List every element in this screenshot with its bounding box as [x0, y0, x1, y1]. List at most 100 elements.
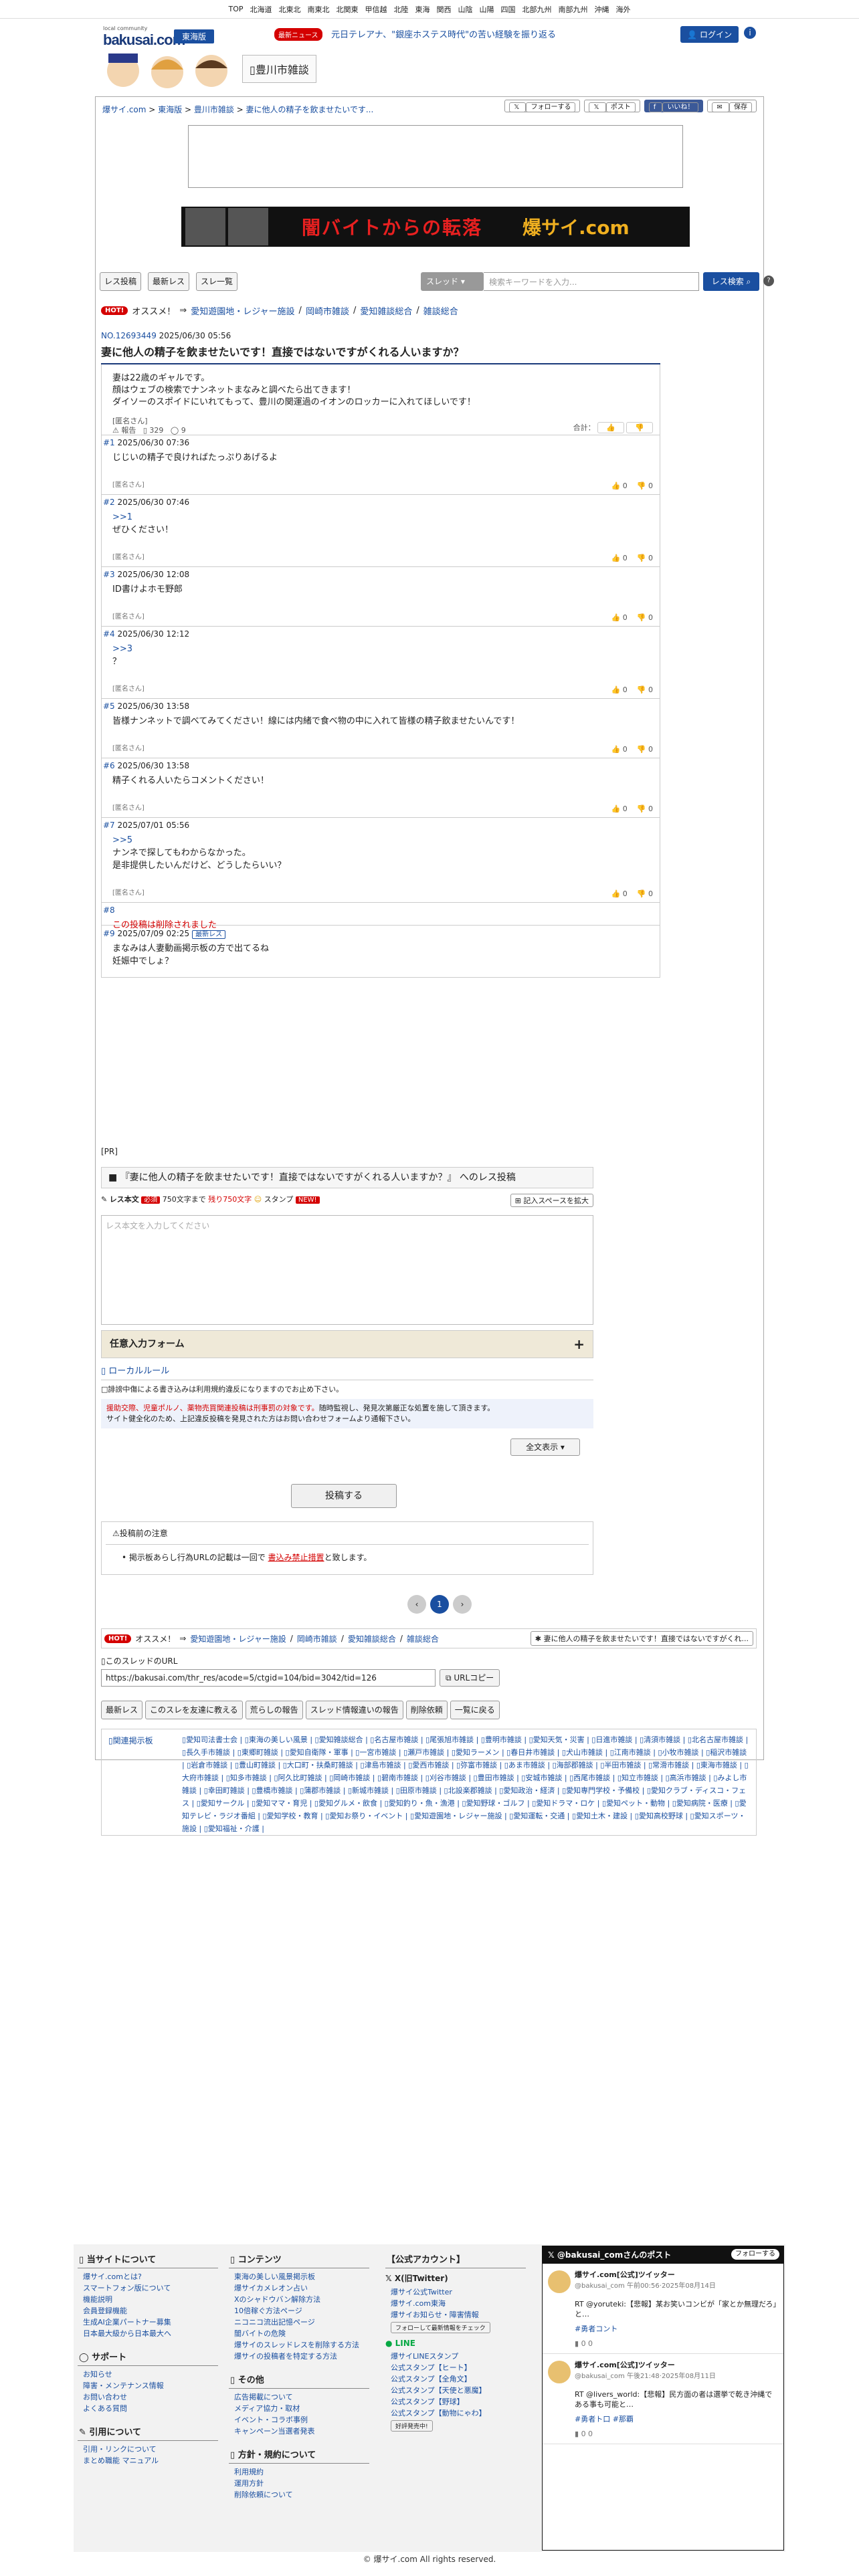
x-follow-button[interactable]: フォローする [731, 2249, 779, 2260]
related-board-link[interactable]: ▯愛西市雑談 [408, 1761, 449, 1769]
footer-link[interactable]: 広告掲載について [229, 2391, 369, 2403]
related-board-link[interactable]: ▯弥富市雑談 [456, 1761, 497, 1769]
next-page-button[interactable]: › [453, 1595, 472, 1614]
footer-link[interactable]: 爆サイお知らせ・障害情報 [385, 2309, 526, 2321]
latest-replies-button[interactable]: 最新レス [148, 272, 190, 291]
related-board-link[interactable]: ▯津島市雑談 [361, 1761, 401, 1769]
site-logo[interactable]: local community bakusai.com [103, 25, 185, 49]
tweet-hashtags[interactable]: #勇者コント [575, 2323, 777, 2334]
related-board-link[interactable]: ▯東海の美しい風景 [245, 1735, 308, 1744]
footer-link[interactable]: 運用方針 [229, 2478, 369, 2489]
recommend-link[interactable]: 愛知雑談総合 [348, 1633, 396, 1644]
region-link[interactable]: 甲信越 [365, 4, 387, 15]
related-board-link[interactable]: ▯小牧市雑談 [658, 1748, 698, 1757]
related-board-link[interactable]: ▯常滑市雑談 [648, 1761, 689, 1769]
footer-link[interactable]: 削除依頼について [229, 2489, 369, 2500]
footer-link[interactable]: 10倍稼ぐ方法ページ [229, 2305, 369, 2317]
latest-replies-button[interactable]: 最新レス [101, 1701, 143, 1719]
footer-link[interactable]: ニコニコ流出記憶ページ [229, 2317, 369, 2328]
footer-link[interactable]: 爆サイのスレッドレスを削除する方法 [229, 2339, 369, 2351]
related-board-link[interactable]: ▯豊山町雑談 [235, 1761, 276, 1769]
footer-link[interactable]: メディア協力・取材 [229, 2403, 369, 2414]
related-board-link[interactable]: ▯愛知運転・交通 [509, 1812, 565, 1820]
footer-link[interactable]: 公式スタンプ【全角文】 [385, 2373, 526, 2385]
region-link[interactable]: 北海道 [250, 4, 272, 15]
response-number[interactable]: #1 [103, 438, 115, 447]
related-board-link[interactable]: ▯春日井市雑談 [506, 1748, 555, 1757]
footer-link[interactable]: キャンペーン当選者発表 [229, 2426, 369, 2437]
submit-button[interactable]: 投稿する [291, 1484, 397, 1508]
related-board-link[interactable]: ▯蒲郡市雑談 [300, 1786, 341, 1795]
downvote-button[interactable]: 👎 0 [637, 745, 653, 754]
related-board-link[interactable]: ▯清須市雑談 [640, 1735, 680, 1744]
stamp-button[interactable]: ☺ スタンプ [254, 1195, 294, 1204]
related-board-link[interactable]: ▯長久手市雑談 [182, 1748, 230, 1757]
related-board-link[interactable]: ▯知立市雑談 [617, 1774, 658, 1782]
crumb-region[interactable]: 東海版 [158, 105, 182, 114]
footer-link[interactable]: 引用・リンクについて [78, 2444, 218, 2455]
region-link[interactable]: 関西 [437, 4, 452, 15]
related-board-link[interactable]: ▯田原市雑談 [396, 1786, 437, 1795]
footer-link[interactable]: まとめ職能 マニュアル [78, 2455, 218, 2466]
board-title[interactable]: ▯豊川市雑談 [242, 55, 316, 83]
related-board-link[interactable]: ▯愛知天気・災害 [529, 1735, 585, 1744]
footer-link[interactable]: よくある質問 [78, 2403, 218, 2414]
related-board-link[interactable]: ▯あま市雑談 [504, 1761, 545, 1769]
recommend-link[interactable]: 岡崎市雑談 [306, 304, 349, 317]
footer-link[interactable]: 機能説明 [78, 2294, 218, 2305]
related-board-link[interactable]: ▯犬山市雑談 [562, 1748, 603, 1757]
footer-link[interactable]: 会員登録機能 [78, 2305, 218, 2317]
related-board-link[interactable]: ▯東海市雑談 [696, 1761, 737, 1769]
save-button[interactable]: ✉ 保存 [707, 100, 757, 112]
show-full-text-button[interactable]: 全文表示 ▾ [510, 1438, 580, 1456]
footer-link[interactable]: 爆サイ公式Twitter [385, 2286, 526, 2298]
footer-link[interactable]: 日本最大級から日本最大へ [78, 2328, 218, 2339]
search-scope-select[interactable]: スレッド ▾ [421, 272, 484, 291]
related-board-link[interactable]: ▯江南市雑談 [610, 1748, 651, 1757]
region-link[interactable]: 南部九州 [559, 4, 588, 15]
related-board-link[interactable]: ▯大口町・扶桑町雑談 [283, 1761, 353, 1769]
upvote-button[interactable]: 👍 0 [611, 685, 628, 694]
region-link[interactable]: 沖縄 [595, 4, 609, 15]
downvote-button[interactable]: 👎 0 [637, 554, 653, 562]
copy-url-button[interactable]: ⧉ URLコピー [440, 1669, 500, 1687]
upvote-button[interactable]: 👍 0 [611, 745, 628, 754]
recommend-link[interactable]: 愛知雑談総合 [360, 304, 412, 317]
tell-friend-button[interactable]: このスレを友達に教える [145, 1701, 243, 1719]
related-board-link[interactable]: ▯阿久比町雑談 [274, 1774, 322, 1782]
prev-page-button[interactable]: ‹ [407, 1595, 426, 1614]
recommend-link[interactable]: 雑談総合 [423, 304, 458, 317]
upvote-button[interactable]: 👍 0 [611, 804, 628, 813]
news-headline[interactable]: 元日テレアナ、"銀座ホステス時代"の苦い経験を振り返る [331, 27, 556, 40]
footer-link[interactable]: 東海の美しい風景掲示板 [229, 2271, 369, 2282]
report-spam-button[interactable]: 荒らしの報告 [245, 1701, 303, 1719]
region-link[interactable]: 東海 [415, 4, 430, 15]
related-board-link[interactable]: ▯愛知専門学校・予備校 [562, 1786, 640, 1795]
related-board-link[interactable]: ▯愛知学校・教育 [262, 1812, 318, 1820]
edition-badge[interactable]: 東海版 [174, 29, 215, 43]
related-board-link[interactable]: ▯愛知遊園地・レジャー施設 [410, 1812, 502, 1820]
x-follow-button[interactable]: 𝕏 フォローする [504, 100, 581, 112]
related-board-link[interactable]: ▯愛知病院・医療 [672, 1799, 728, 1808]
region-link[interactable]: 北陸 [394, 4, 409, 15]
response-number[interactable]: #2 [103, 498, 115, 507]
footer-link[interactable]: 公式スタンプ【ヒート】 [385, 2362, 526, 2373]
related-board-link[interactable]: ▯愛知お祭り・イベント [325, 1812, 403, 1820]
ad-slot[interactable] [188, 125, 683, 188]
footer-link[interactable]: 爆サイ.comとは? [78, 2271, 218, 2282]
back-to-list-button[interactable]: 一覧に戻る [450, 1701, 500, 1719]
optional-form-toggle[interactable]: 任意入力フォーム + [101, 1330, 593, 1358]
response-number[interactable]: #9 [103, 929, 115, 938]
footer-link[interactable]: スマートフォン版について [78, 2282, 218, 2294]
search-button[interactable]: レス検索 ⌕ [703, 272, 759, 291]
related-board-link[interactable]: ▯北設楽郡雑談 [444, 1786, 492, 1795]
region-link[interactable]: 山陽 [480, 4, 494, 15]
related-board-link[interactable]: ▯豊田市雑談 [474, 1774, 514, 1782]
expand-space-button[interactable]: ⊞ 記入スペースを拡大 [510, 1194, 593, 1207]
tweet-author[interactable]: 爆サイ.com[公式]ツイッター [575, 2359, 777, 2370]
response-number[interactable]: #6 [103, 761, 115, 770]
response-number[interactable]: #3 [103, 570, 115, 579]
related-board-link[interactable]: ▯愛知グルメ・飲食 [314, 1799, 377, 1808]
region-link[interactable]: 山陰 [458, 4, 473, 15]
upvote-button[interactable]: 👍 0 [611, 889, 628, 898]
